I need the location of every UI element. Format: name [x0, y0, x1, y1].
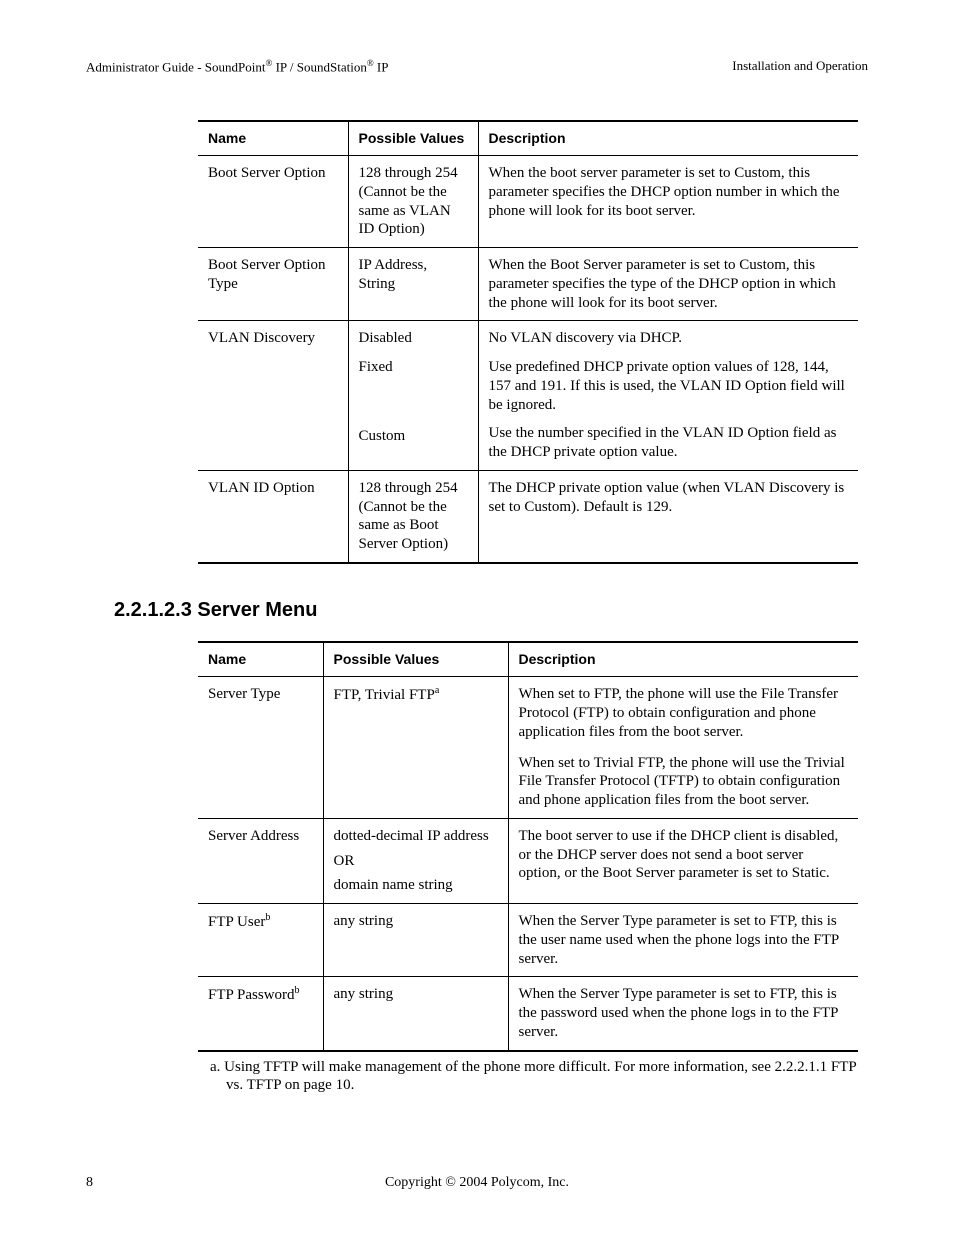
- cell-values: any string: [323, 904, 508, 977]
- cell-desc: When the Server Type parameter is set to…: [508, 977, 858, 1051]
- header-left-text-1: Administrator Guide - SoundPoint: [86, 59, 265, 74]
- cell-values: IP Address, String: [348, 248, 478, 321]
- table-row: VLAN ID Option 128 through 254 (Cannot b…: [198, 470, 858, 563]
- value-text: FTP, Trivial FTP: [334, 687, 435, 703]
- cell-values: FTP, Trivial FTPa: [323, 677, 508, 819]
- page: Administrator Guide - SoundPoint ® IP / S…: [0, 0, 954, 1235]
- cell-values: Disabled Fixed Custom: [348, 321, 478, 471]
- value-line: Fixed: [359, 358, 468, 377]
- desc-paragraph: When set to FTP, the phone will use the …: [519, 686, 839, 740]
- section-heading-server-menu: 2.2.1.2.3 Server Menu: [114, 598, 868, 623]
- table-row: FTP Userb any string When the Server Typ…: [198, 904, 858, 977]
- table-row: Server Address dotted-decimal IP address…: [198, 818, 858, 903]
- copyright-text: Copyright © 2004 Polycom, Inc.: [116, 1174, 838, 1192]
- table-row: Server Type FTP, Trivial FTPa When set t…: [198, 677, 858, 819]
- cell-desc: The boot server to use if the DHCP clien…: [508, 818, 858, 903]
- cell-desc: When set to FTP, the phone will use the …: [508, 677, 858, 819]
- footnotes: a. Using TFTP will make management of th…: [210, 1058, 870, 1096]
- cell-name: FTP Passwordb: [198, 977, 323, 1051]
- cell-name: VLAN ID Option: [198, 470, 348, 563]
- col-name: Name: [198, 121, 348, 156]
- desc-paragraph: When set to Trivial FTP, the phone will …: [519, 754, 849, 810]
- cell-values: any string: [323, 977, 508, 1051]
- col-possible-values: Possible Values: [323, 642, 508, 677]
- cell-desc: No VLAN discovery via DHCP. Use predefin…: [478, 321, 858, 471]
- page-footer: 8 Copyright © 2004 Polycom, Inc.: [86, 1174, 868, 1192]
- col-name: Name: [198, 642, 323, 677]
- cell-desc: When the Boot Server parameter is set to…: [478, 248, 858, 321]
- desc-line: No VLAN discovery via DHCP.: [489, 330, 682, 346]
- value-line: Disabled: [359, 330, 412, 346]
- cell-desc: When the Server Type parameter is set to…: [508, 904, 858, 977]
- header-right: Installation and Operation: [732, 58, 868, 76]
- cell-desc: When the boot server parameter is set to…: [478, 156, 858, 248]
- cell-name: VLAN Discovery: [198, 321, 348, 471]
- table-row: VLAN Discovery Disabled Fixed Custom No …: [198, 321, 858, 471]
- footnote-a: a. Using TFTP will make management of th…: [210, 1058, 870, 1096]
- value-line: domain name string: [334, 876, 498, 895]
- value-line: Custom: [359, 427, 468, 446]
- running-header: Administrator Guide - SoundPoint ® IP / S…: [86, 58, 868, 76]
- server-menu-table: Name Possible Values Description Server …: [198, 641, 858, 1052]
- value-line: dotted-decimal IP address: [334, 827, 498, 846]
- header-left-text-3: IP: [374, 59, 389, 74]
- table-row: Boot Server Option 128 through 254 (Cann…: [198, 156, 858, 248]
- cell-name: Server Address: [198, 818, 323, 903]
- col-description: Description: [478, 121, 858, 156]
- desc-line: Use predefined DHCP private option value…: [489, 358, 849, 414]
- cell-values: 128 through 254 (Cannot be the same as B…: [348, 470, 478, 563]
- cell-name: Boot Server Option: [198, 156, 348, 248]
- cell-values: dotted-decimal IP address OR domain name…: [323, 818, 508, 903]
- footnote-ref: b: [295, 985, 300, 996]
- dhcp-options-table: Name Possible Values Description Boot Se…: [198, 120, 858, 564]
- footnote-ref: a: [435, 685, 439, 696]
- cell-desc: The DHCP private option value (when VLAN…: [478, 470, 858, 563]
- registered-mark: ®: [367, 58, 374, 68]
- cell-values: 128 through 254 (Cannot be the same as V…: [348, 156, 478, 248]
- cell-name: Boot Server Option Type: [198, 248, 348, 321]
- name-text: FTP Password: [208, 987, 295, 1003]
- footer-spacer: [838, 1174, 868, 1192]
- name-text: FTP User: [208, 914, 265, 930]
- table-row: FTP Passwordb any string When the Server…: [198, 977, 858, 1051]
- col-description: Description: [508, 642, 858, 677]
- header-left-text-2: IP / SoundStation: [272, 59, 367, 74]
- col-possible-values: Possible Values: [348, 121, 478, 156]
- table-row: Boot Server Option Type IP Address, Stri…: [198, 248, 858, 321]
- cell-name: FTP Userb: [198, 904, 323, 977]
- cell-name: Server Type: [198, 677, 323, 819]
- header-left: Administrator Guide - SoundPoint ® IP / S…: [86, 58, 388, 76]
- page-number: 8: [86, 1174, 116, 1192]
- table-header-row: Name Possible Values Description: [198, 121, 858, 156]
- value-line: OR: [334, 852, 498, 871]
- footnote-ref: b: [265, 912, 270, 923]
- desc-line: Use the number specified in the VLAN ID …: [489, 424, 849, 462]
- table-header-row: Name Possible Values Description: [198, 642, 858, 677]
